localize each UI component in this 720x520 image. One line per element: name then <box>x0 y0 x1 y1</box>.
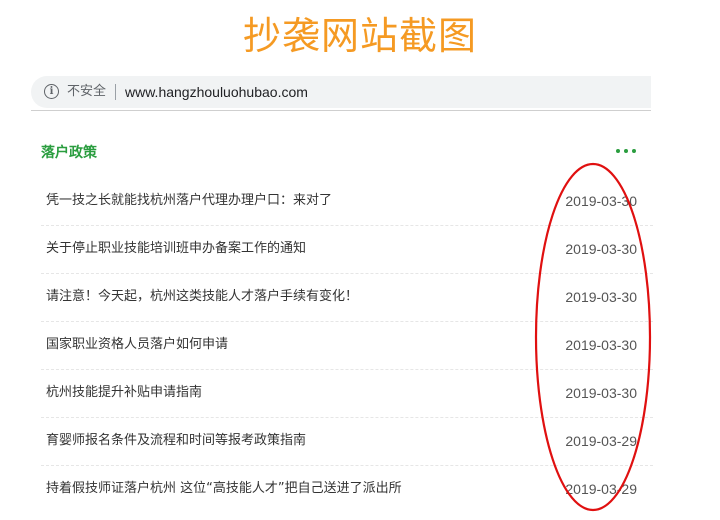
news-title[interactable]: 持着假技师证落户杭州 这位“高技能人才”把自己送进了派出所 <box>46 466 402 512</box>
news-date: 2019-03-30 <box>565 385 637 401</box>
address-bar[interactable]: i 不安全 www.hangzhouluohubao.com <box>31 76 651 108</box>
info-icon[interactable]: i <box>44 84 59 99</box>
news-item[interactable]: 持着假技师证落户杭州 这位“高技能人才”把自己送进了派出所 2019-03-29 <box>41 466 653 514</box>
news-date: 2019-03-30 <box>565 289 637 305</box>
news-title[interactable]: 杭州技能提升补贴申请指南 <box>46 370 202 416</box>
news-date: 2019-03-30 <box>565 337 637 353</box>
news-title[interactable]: 关于停止职业技能培训班申办备案工作的通知 <box>46 226 306 272</box>
more-dot <box>632 149 636 153</box>
page-title: 抄袭网站截图 <box>242 14 477 58</box>
news-item[interactable]: 凭一技之长就能找杭州落户代理办理户口：来对了 2019-03-30 <box>41 178 653 226</box>
address-bar-underline <box>31 110 651 111</box>
more-dot <box>616 149 620 153</box>
news-date: 2019-03-29 <box>565 481 637 497</box>
news-date: 2019-03-30 <box>565 193 637 209</box>
url-text[interactable]: www.hangzhouluohubao.com <box>125 76 308 108</box>
news-item[interactable]: 国家职业资格人员落户如何申请 2019-03-30 <box>41 322 653 370</box>
news-item[interactable]: 关于停止职业技能培训班申办备案工作的通知 2019-03-30 <box>41 226 653 274</box>
news-title[interactable]: 请注意！今天起，杭州这类技能人才落户手续有变化！ <box>46 274 358 320</box>
more-dots-icon[interactable] <box>616 145 642 157</box>
news-item[interactable]: 育婴师报名条件及流程和时间等报考政策指南 2019-03-29 <box>41 418 653 466</box>
news-list: 凭一技之长就能找杭州落户代理办理户口：来对了 2019-03-30 关于停止职业… <box>41 178 653 514</box>
news-date: 2019-03-30 <box>565 241 637 257</box>
more-dot <box>624 149 628 153</box>
news-title[interactable]: 凭一技之长就能找杭州落户代理办理户口：来对了 <box>46 178 332 224</box>
news-title[interactable]: 育婴师报名条件及流程和时间等报考政策指南 <box>46 418 306 464</box>
news-item[interactable]: 杭州技能提升补贴申请指南 2019-03-30 <box>41 370 653 418</box>
security-label[interactable]: 不安全 <box>67 76 106 108</box>
section-title[interactable]: 落户政策 <box>41 142 97 162</box>
address-divider <box>115 84 116 100</box>
news-date: 2019-03-29 <box>565 433 637 449</box>
news-title[interactable]: 国家职业资格人员落户如何申请 <box>46 322 228 368</box>
news-item[interactable]: 请注意！今天起，杭州这类技能人才落户手续有变化！ 2019-03-30 <box>41 274 653 322</box>
